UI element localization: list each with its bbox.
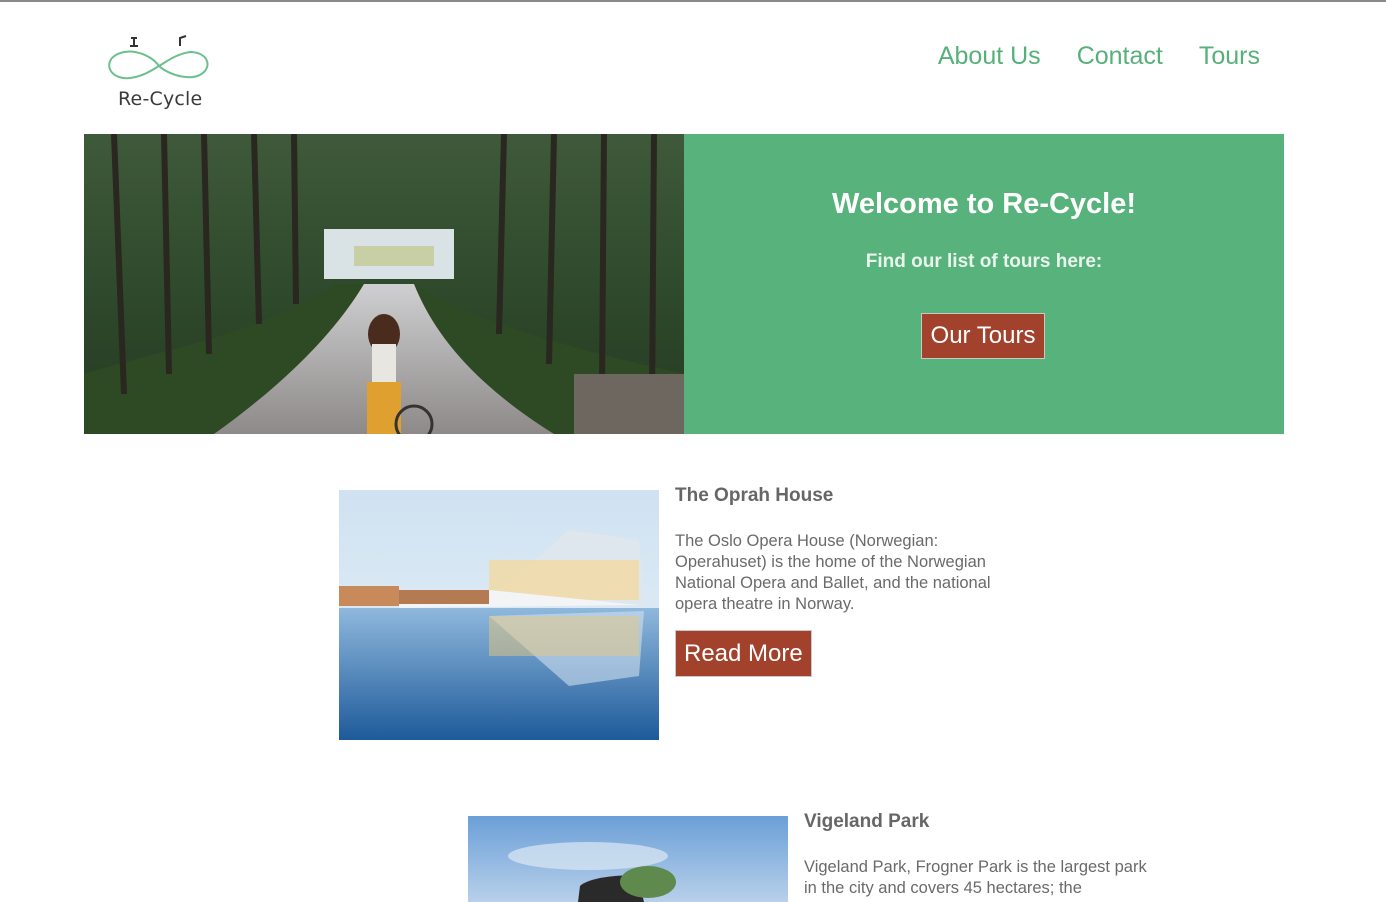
tour-title: Vigeland Park — [804, 811, 930, 832]
infinity-bike-icon — [108, 35, 209, 80]
tour-description: The Oslo Opera House (Norwegian: Operahu… — [675, 532, 991, 613]
tour-title: The Oprah House — [675, 485, 834, 506]
hero-panel: Welcome to Re-Cycle! Find our list of to… — [684, 134, 1284, 434]
tour-description: Vigeland Park, Frogner Park is the large… — [804, 858, 1147, 897]
opera-house-image — [339, 490, 659, 740]
top-border — [0, 0, 1386, 2]
hero-title: Welcome to Re-Cycle! — [831, 188, 1137, 220]
our-tours-button[interactable]: Our Tours — [921, 313, 1045, 359]
hero-image — [84, 134, 684, 434]
nav-tours[interactable]: Tours — [1199, 42, 1260, 71]
hero-subtitle: Find our list of tours here: — [865, 251, 1103, 272]
logo[interactable]: Re-Cycle — [104, 30, 214, 114]
nav-contact[interactable]: Contact — [1077, 42, 1163, 71]
main-nav: About Us Contact Tours — [938, 42, 1260, 71]
logo-text: Re-Cycle — [118, 88, 203, 110]
read-more-button[interactable]: Read More — [675, 630, 812, 677]
vigeland-park-image — [468, 816, 788, 902]
nav-about-us[interactable]: About Us — [938, 42, 1041, 71]
